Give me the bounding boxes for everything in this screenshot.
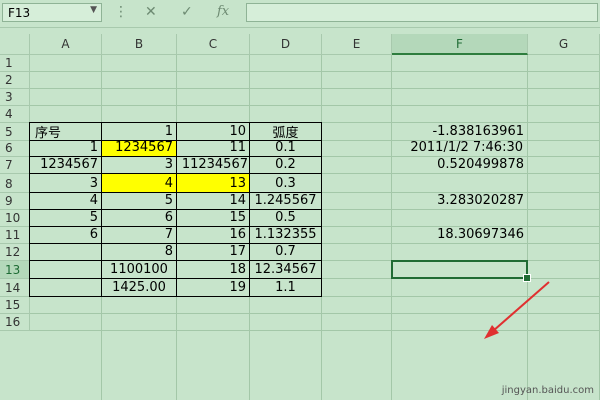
row-header-2[interactable]: 2 (0, 72, 30, 89)
insert-function-icon[interactable]: fx (217, 4, 229, 19)
cell-D12[interactable]: 0.7 (250, 244, 321, 260)
cell-A10[interactable]: 5 (30, 210, 101, 226)
name-box-value: F13 (8, 6, 31, 20)
row-header-1[interactable]: 1 (0, 55, 30, 72)
cell-C6[interactable]: 11 (177, 140, 249, 156)
gridline-horizontal (30, 71, 600, 72)
cell-C10[interactable]: 15 (177, 210, 249, 226)
cell-C12[interactable]: 17 (177, 244, 249, 260)
gridline-horizontal (30, 105, 600, 106)
row-header-13[interactable]: 13 (0, 261, 30, 279)
column-header-A[interactable]: A (30, 34, 102, 55)
cell-B5[interactable]: 1 (102, 123, 176, 140)
row-header-12[interactable]: 12 (0, 244, 30, 261)
column-header-D[interactable]: D (250, 34, 322, 55)
cell-C8[interactable]: 13 (177, 174, 249, 192)
active-cell-selection[interactable] (391, 260, 531, 282)
cell-B12[interactable]: 8 (102, 244, 176, 260)
cell-D5[interactable]: 弧度 (250, 123, 321, 141)
cell-D6[interactable]: 0.1 (250, 140, 321, 156)
cell-A8[interactable]: 3 (30, 174, 101, 192)
cell-C9[interactable]: 14 (177, 193, 249, 209)
row-header-4[interactable]: 4 (0, 106, 30, 123)
name-box[interactable]: F13 ▼ (2, 3, 102, 22)
gridline-horizontal (30, 88, 600, 89)
cell-B9[interactable]: 5 (102, 193, 176, 209)
formula-bar: F13 ▼ ⋮ ✕ ✓ fx (0, 0, 600, 28)
cell-D9[interactable]: 1.245567 (250, 193, 321, 209)
cell-D8[interactable]: 0.3 (250, 174, 321, 192)
cell-D13[interactable]: 12.34567 (250, 261, 321, 278)
row-header-8[interactable]: 8 (0, 174, 30, 193)
fill-handle[interactable] (523, 274, 531, 282)
cell-B7[interactable]: 3 (102, 157, 176, 173)
cell-B13[interactable]: 1100100 (102, 261, 176, 278)
row-header-9[interactable]: 9 (0, 193, 30, 210)
cell-F11[interactable]: 18.30697346 (392, 227, 527, 243)
column-header-F[interactable]: F (392, 34, 528, 55)
confirm-icon[interactable]: ✓ (181, 4, 193, 20)
cell-F7[interactable]: 0.520499878 (392, 157, 527, 173)
cell-D14[interactable]: 1.1 (250, 279, 321, 296)
row-header-11[interactable]: 11 (0, 227, 30, 244)
row-header-6[interactable]: 6 (0, 141, 30, 157)
cell-A5[interactable]: 序号 (30, 123, 101, 141)
row-header-7[interactable]: 7 (0, 157, 30, 174)
column-header-E[interactable]: E (322, 34, 392, 55)
cell-D10[interactable]: 0.5 (250, 210, 321, 226)
cancel-icon[interactable]: ✕ (145, 4, 157, 20)
row-header-5[interactable]: 5 (0, 123, 30, 141)
cell-F6[interactable]: 2011/1/2 7:46:30 (392, 140, 527, 156)
column-header-C[interactable]: C (177, 34, 250, 55)
gridline-horizontal (30, 313, 600, 314)
arrow-head (484, 325, 499, 339)
column-header-B[interactable]: B (102, 34, 177, 55)
cell-A7[interactable]: 1234567 (30, 157, 101, 173)
gridline-horizontal (30, 330, 600, 331)
cell-A9[interactable]: 4 (30, 193, 101, 209)
table-border-vertical (321, 123, 322, 297)
cell-F5[interactable]: -1.838163961 (392, 123, 527, 140)
row-header-14[interactable]: 14 (0, 279, 30, 297)
watermark: jingyan.baidu.com (501, 385, 594, 396)
select-all-corner[interactable] (0, 34, 30, 55)
cell-A6[interactable]: 1 (30, 140, 101, 156)
chevron-down-icon[interactable]: ▼ (90, 5, 97, 15)
cell-C5[interactable]: 10 (177, 123, 249, 140)
arrow-shaft (492, 281, 550, 332)
cell-F9[interactable]: 3.283020287 (392, 193, 527, 209)
cell-A11[interactable]: 6 (30, 227, 101, 243)
table-border-horizontal (29, 296, 322, 297)
row-header-10[interactable]: 10 (0, 210, 30, 227)
column-header-G[interactable]: G (528, 34, 600, 55)
cell-B8[interactable]: 4 (102, 174, 176, 192)
cell-C11[interactable]: 16 (177, 227, 249, 243)
cell-C7[interactable]: 11234567 (177, 157, 249, 173)
cell-D7[interactable]: 0.2 (250, 157, 321, 173)
gridline-vertical (527, 55, 528, 400)
cell-B10[interactable]: 6 (102, 210, 176, 226)
cell-B11[interactable]: 7 (102, 227, 176, 243)
row-header-16[interactable]: 16 (0, 314, 30, 331)
worksheet: ABCDEFG 1 2 3 4 5 6 7 8 9 10 11 12 13 14 15 16 序号 1 10 弧度 -… (0, 34, 600, 400)
cell-B6[interactable]: 1234567 (102, 140, 176, 156)
cell-C14[interactable]: 19 (177, 279, 249, 296)
cell-B14[interactable]: 1425.00 (102, 279, 176, 296)
formula-input[interactable] (246, 3, 598, 22)
row-header-3[interactable]: 3 (0, 89, 30, 106)
row-header-15[interactable]: 15 (0, 297, 30, 314)
cell-D11[interactable]: 1.132355 (250, 227, 321, 243)
cell-C13[interactable]: 18 (177, 261, 249, 278)
more-options-icon[interactable]: ⋮ (114, 4, 128, 20)
